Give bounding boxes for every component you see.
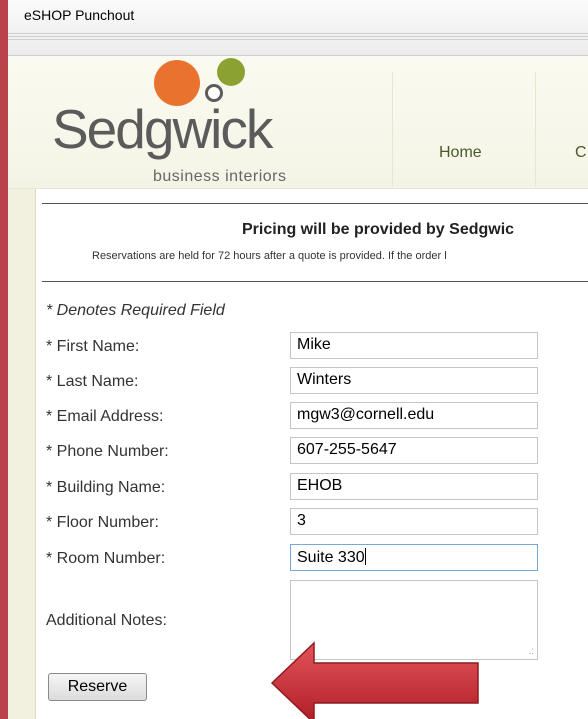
last-name-label: * Last Name: — [46, 373, 139, 390]
text-caret — [364, 548, 366, 565]
first-name-field[interactable]: Mike — [290, 332, 538, 359]
window-title: eSHOP Punchout — [24, 7, 135, 23]
last-name-field[interactable]: Winters — [290, 367, 538, 394]
first-name-label: * First Name: — [46, 338, 140, 355]
reservation-form: Pricing will be provided by Sedgwic Rese… — [36, 189, 588, 719]
logo-tagline: business interiors — [153, 168, 287, 185]
reservation-note: Reservations are held for 72 hours after… — [92, 250, 447, 262]
email-field[interactable]: mgw3@cornell.edu — [290, 402, 538, 429]
email-label: * Email Address: — [46, 408, 164, 425]
required-note: * Denotes Required Field — [46, 302, 225, 319]
logo-green-circle — [217, 58, 245, 86]
floor-field[interactable]: 3 — [290, 508, 538, 535]
resize-grip-icon[interactable]: .: — [528, 646, 534, 657]
site-header: Sedgwick business interiors Home C — [8, 56, 588, 189]
building-label: * Building Name: — [46, 479, 166, 496]
phone-label: * Phone Number: — [46, 443, 169, 460]
divider — [42, 281, 588, 282]
floor-label: * Floor Number: — [46, 514, 159, 531]
room-field-value: Suite 330 — [297, 549, 365, 566]
nav-divider — [392, 72, 393, 187]
toolbar-grip — [8, 33, 588, 41]
left-margin-bar — [8, 189, 36, 719]
pricing-heading: Pricing will be provided by Sedgwic — [242, 221, 515, 238]
notes-label: Additional Notes: — [46, 612, 167, 629]
phone-field[interactable]: 607-255-5647 — [290, 437, 538, 464]
building-field[interactable]: EHOB — [290, 473, 538, 500]
callout-arrow-icon — [270, 641, 479, 719]
room-label: * Room Number: — [46, 550, 166, 567]
room-field[interactable]: Suite 330 — [290, 544, 538, 571]
nav-divider — [535, 72, 536, 187]
reserve-button[interactable]: Reserve — [48, 673, 147, 701]
divider — [42, 203, 588, 204]
nav-home-link[interactable]: Home — [439, 144, 482, 162]
title-bar: eSHOP Punchout — [8, 0, 588, 56]
nav-next-link[interactable]: C — [575, 144, 587, 162]
logo-wordmark[interactable]: Sedgwick — [52, 102, 273, 157]
app-window: eSHOP Punchout Sedgwick business interio… — [8, 0, 588, 719]
